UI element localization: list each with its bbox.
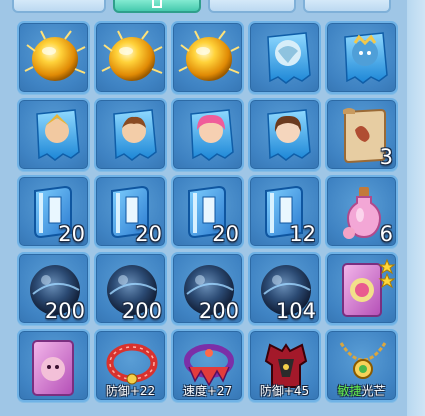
tab-bar xyxy=(0,0,425,16)
inventory-slot[interactable] xyxy=(171,98,244,171)
dragon-portrait-card-icon xyxy=(267,32,311,84)
golden-orb-icon xyxy=(24,30,86,81)
tab-4[interactable] xyxy=(303,0,391,13)
golden-orb-icon xyxy=(178,30,240,81)
item-stat: 速度+27 xyxy=(173,384,242,399)
inventory-slot[interactable]: 6 xyxy=(325,175,398,248)
inventory-slot[interactable] xyxy=(248,98,321,171)
item-count: 6 xyxy=(379,222,393,246)
inventory-slot[interactable]: 速度+27 xyxy=(171,329,244,402)
background-edge xyxy=(407,0,425,416)
inventory-slot[interactable]: 敏捷光芒 xyxy=(325,329,398,402)
stat-value: 光芒 xyxy=(361,384,386,398)
item-stat: 敏捷光芒 xyxy=(327,384,396,399)
blue-beast-portrait-card-icon xyxy=(344,32,388,84)
stat-label: 防御 xyxy=(259,384,284,398)
item-count: 20 xyxy=(135,222,162,246)
pink-hair-portrait-card-icon xyxy=(190,109,234,161)
inventory-slot[interactable] xyxy=(17,98,90,171)
inventory-slot[interactable]: 防御+45 xyxy=(248,329,321,402)
inventory-slot[interactable] xyxy=(171,21,244,94)
item-count: 200 xyxy=(44,299,85,323)
inventory-slot[interactable]: 20 xyxy=(171,175,244,248)
item-count: 3 xyxy=(379,145,393,169)
golden-orb-icon xyxy=(101,30,163,81)
stat-label: 速度 xyxy=(182,384,207,398)
inventory-slot[interactable]: 200 xyxy=(17,252,90,325)
item-count: 20 xyxy=(58,222,85,246)
inventory-slot[interactable]: 200 xyxy=(171,252,244,325)
inventory-slot[interactable] xyxy=(17,21,90,94)
tab-active-icon xyxy=(152,0,162,8)
inventory-slot[interactable]: 3 xyxy=(325,98,398,171)
stat-label: 防御 xyxy=(105,384,130,398)
item-count: 200 xyxy=(121,299,162,323)
maiden-portrait-card-icon xyxy=(267,109,311,161)
inventory-slot[interactable]: 12 xyxy=(248,175,321,248)
item-stat: 防御+45 xyxy=(250,384,319,399)
tab-2[interactable] xyxy=(113,0,201,13)
inventory-slot[interactable] xyxy=(325,252,398,325)
item-count: 20 xyxy=(212,222,239,246)
stat-value: +22 xyxy=(129,384,156,398)
inventory-slot[interactable]: 20 xyxy=(17,175,90,248)
boy-portrait-card-icon xyxy=(113,109,157,161)
warrior-portrait-card-icon xyxy=(36,109,80,161)
inventory-slot[interactable]: 104 xyxy=(248,252,321,325)
inventory-slot[interactable] xyxy=(325,21,398,94)
inventory-slot[interactable]: 防御+22 xyxy=(94,329,167,402)
stat-value: +27 xyxy=(206,384,233,398)
inventory-slot[interactable] xyxy=(94,21,167,94)
tab-3[interactable] xyxy=(208,0,296,13)
inventory-slot[interactable] xyxy=(17,329,90,402)
item-count: 200 xyxy=(198,299,239,323)
inventory-slot[interactable] xyxy=(248,21,321,94)
tab-1[interactable] xyxy=(12,0,106,13)
item-stat: 防御+22 xyxy=(96,384,165,399)
pet-card-two-star-icon xyxy=(342,258,396,317)
stat-label: 敏捷 xyxy=(337,384,362,398)
inventory-slot[interactable] xyxy=(94,98,167,171)
stat-value: +45 xyxy=(283,384,310,398)
item-count: 104 xyxy=(275,299,316,323)
item-count: 12 xyxy=(289,222,316,246)
pet-card-icon xyxy=(32,340,74,396)
inventory-slot[interactable]: 200 xyxy=(94,252,167,325)
inventory-slot[interactable]: 20 xyxy=(94,175,167,248)
